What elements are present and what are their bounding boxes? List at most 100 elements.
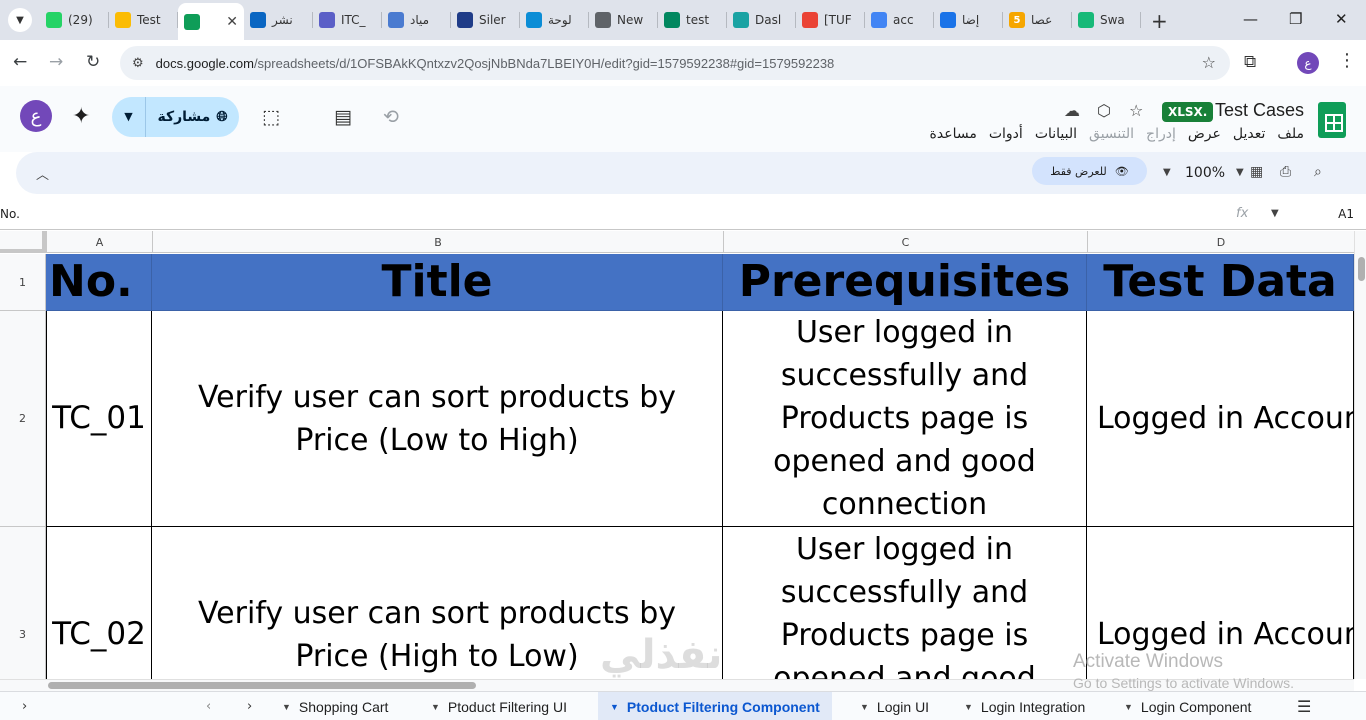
browser-tab[interactable]: نشر <box>244 3 313 37</box>
share-button[interactable]: ▼ مشاركة 🌐︎ <box>112 97 239 137</box>
reload-icon[interactable]: ↻ <box>86 52 100 72</box>
cell-b1[interactable]: Title <box>152 254 723 311</box>
scroll-tabs-right-icon[interactable]: › <box>247 699 252 714</box>
menu-item[interactable]: التنسيق <box>1089 126 1134 142</box>
horizontal-scroll-thumb[interactable] <box>48 682 476 689</box>
browser-tab[interactable]: لوحة <box>520 3 589 37</box>
browser-tab[interactable]: Swa <box>1072 3 1141 37</box>
cell-d2[interactable]: Logged in Account <box>1087 311 1354 527</box>
generic-icon <box>457 12 473 28</box>
cell-a2[interactable]: TC_01 <box>46 311 152 527</box>
cloud-saved-icon[interactable]: ☁ <box>1064 101 1080 120</box>
browser-tab[interactable]: إضا <box>934 3 1003 37</box>
site-info-icon[interactable]: ⚙ <box>132 56 144 71</box>
sheet-tab[interactable]: ▼ Login Component <box>1112 692 1263 720</box>
sheet-tab-menu-icon[interactable]: ▼ <box>1124 702 1133 712</box>
row-header-2[interactable]: 2 <box>0 311 46 527</box>
cell-a3[interactable]: TC_02 <box>46 527 152 679</box>
browser-tab[interactable]: [TUF <box>796 3 865 37</box>
new-tab-button[interactable]: + <box>1151 9 1168 33</box>
row-header-3[interactable]: 3 <box>0 527 46 679</box>
profile-avatar[interactable]: ع <box>1297 52 1319 74</box>
cell-c2[interactable]: User logged in successfully and Products… <box>723 311 1087 527</box>
cell-c1[interactable]: Prerequisites <box>723 254 1087 311</box>
formula-input[interactable]: No. <box>0 207 20 221</box>
move-to-drive-icon[interactable]: ⬡ <box>1097 101 1111 120</box>
cell-a1[interactable]: No. <box>46 254 152 311</box>
scroll-tabs-left-icon[interactable]: ‹ <box>206 699 211 714</box>
paint-format-icon[interactable]: ▦ <box>1250 164 1263 180</box>
column-header-a[interactable]: A <box>46 231 152 253</box>
sheet-tab-menu-icon[interactable]: ▼ <box>431 702 440 712</box>
star-document-icon[interactable]: ☆ <box>1129 101 1143 120</box>
menu-item[interactable]: مساعدة <box>930 126 977 142</box>
sheet-tab[interactable]: ▼ Ptoduct Filtering Component <box>598 692 832 720</box>
browser-tab[interactable]: Dasl <box>727 3 796 37</box>
collapse-menus-icon[interactable]: ︿ <box>36 164 49 183</box>
sheet-tab[interactable]: ▼ Login UI <box>848 692 941 720</box>
browser-tab[interactable]: test <box>658 3 727 37</box>
all-sheets-list-icon[interactable]: ☰ <box>1297 697 1311 716</box>
browser-tab[interactable]: مياد <box>382 3 451 37</box>
gemini-sparkle-icon[interactable]: ✦ <box>72 104 90 129</box>
print-icon[interactable]: ⎙ <box>1280 164 1291 180</box>
search-menus-icon[interactable]: ⌕ <box>1314 164 1322 180</box>
comments-icon[interactable]: ▤ <box>334 106 352 128</box>
cell-d1[interactable]: Test Data <box>1087 254 1354 311</box>
extensions-icon[interactable]: ⧉ <box>1244 52 1256 72</box>
zoom-select[interactable]: 100% <box>1185 165 1225 181</box>
sheet-tab-menu-icon[interactable]: ▼ <box>860 702 869 712</box>
vertical-scroll-thumb[interactable] <box>1358 257 1365 281</box>
back-icon[interactable]: ← <box>13 52 27 72</box>
browser-tab[interactable]: New <box>589 3 658 37</box>
browser-tab[interactable]: (29) <box>40 3 109 37</box>
browser-tab[interactable]: acc <box>865 3 934 37</box>
menu-item[interactable]: إدراج <box>1146 126 1176 142</box>
menu-item[interactable]: البيانات <box>1035 126 1077 142</box>
column-header-c[interactable]: C <box>723 231 1087 253</box>
forward-icon[interactable]: → <box>49 52 63 72</box>
sheet-tab-menu-icon[interactable]: ▼ <box>610 702 619 712</box>
vertical-scrollbar[interactable] <box>1354 231 1366 679</box>
sheet-tab[interactable]: ▼ Ptoduct Filtering UI <box>419 692 579 720</box>
document-title[interactable]: Test Cases <box>1215 100 1304 121</box>
name-box-dropdown-icon[interactable]: ▼ <box>1271 208 1279 219</box>
sheet-tab-menu-icon[interactable]: ▼ <box>282 702 291 712</box>
browser-menu-icon[interactable]: ⋮ <box>1338 50 1356 71</box>
view-only-mode-button[interactable]: للعرض فقط 👁︎ <box>1032 157 1147 185</box>
column-header-b[interactable]: B <box>152 231 723 253</box>
sheet-tab[interactable]: ▼ Shopping Cart <box>270 692 400 720</box>
sheet-tab-menu-icon[interactable]: ▼ <box>964 702 973 712</box>
cell-c3[interactable]: User logged in successfully and Products… <box>723 527 1087 679</box>
browser-tab[interactable]: ✕ <box>178 3 244 40</box>
view-dropdown-chevron-icon[interactable]: ▼ <box>1163 167 1171 178</box>
version-history-icon[interactable]: ⟲ <box>383 106 399 128</box>
column-header-d[interactable]: D <box>1087 231 1354 253</box>
tab-search-button[interactable]: ▼ <box>8 8 32 32</box>
select-all-corner[interactable] <box>0 231 46 253</box>
meet-camera-icon[interactable]: ⬚ <box>262 106 280 128</box>
address-bar[interactable]: ⚙ docs.google.com/spreadsheets/d/1OFSBAk… <box>120 46 1230 80</box>
expand-sidebar-chevron-icon[interactable]: › <box>22 699 27 714</box>
menu-item[interactable]: تعديل <box>1233 126 1266 142</box>
restore-icon[interactable]: ❐ <box>1289 10 1302 28</box>
name-box[interactable]: A1 <box>1338 207 1354 221</box>
row-header-1[interactable]: 1 <box>0 254 46 311</box>
account-avatar[interactable]: ع <box>20 100 52 132</box>
browser-tab[interactable]: 5 عصا <box>1003 3 1072 37</box>
sheet-tab[interactable]: ▼ Login Integration <box>952 692 1097 720</box>
browser-tab[interactable]: Test <box>109 3 178 37</box>
bookmark-star-icon[interactable]: ☆ <box>1202 53 1216 72</box>
browser-tab[interactable]: ITC_ <box>313 3 382 37</box>
google-sheets-logo-icon[interactable] <box>1318 102 1346 138</box>
menu-item[interactable]: عرض <box>1188 126 1221 142</box>
browser-tab[interactable]: Siler <box>451 3 520 37</box>
menu-item[interactable]: ملف <box>1277 126 1304 142</box>
cell-b2[interactable]: Verify user can sort products by Price (… <box>152 311 723 527</box>
menu-item[interactable]: أدوات <box>989 126 1023 142</box>
minimize-icon[interactable]: — <box>1243 10 1258 28</box>
close-window-icon[interactable]: ✕ <box>1335 10 1348 28</box>
close-tab-icon[interactable]: ✕ <box>226 14 238 30</box>
zoom-dropdown-chevron-icon[interactable]: ▼ <box>1236 167 1244 178</box>
share-dropdown-chevron-icon[interactable]: ▼ <box>112 97 146 137</box>
